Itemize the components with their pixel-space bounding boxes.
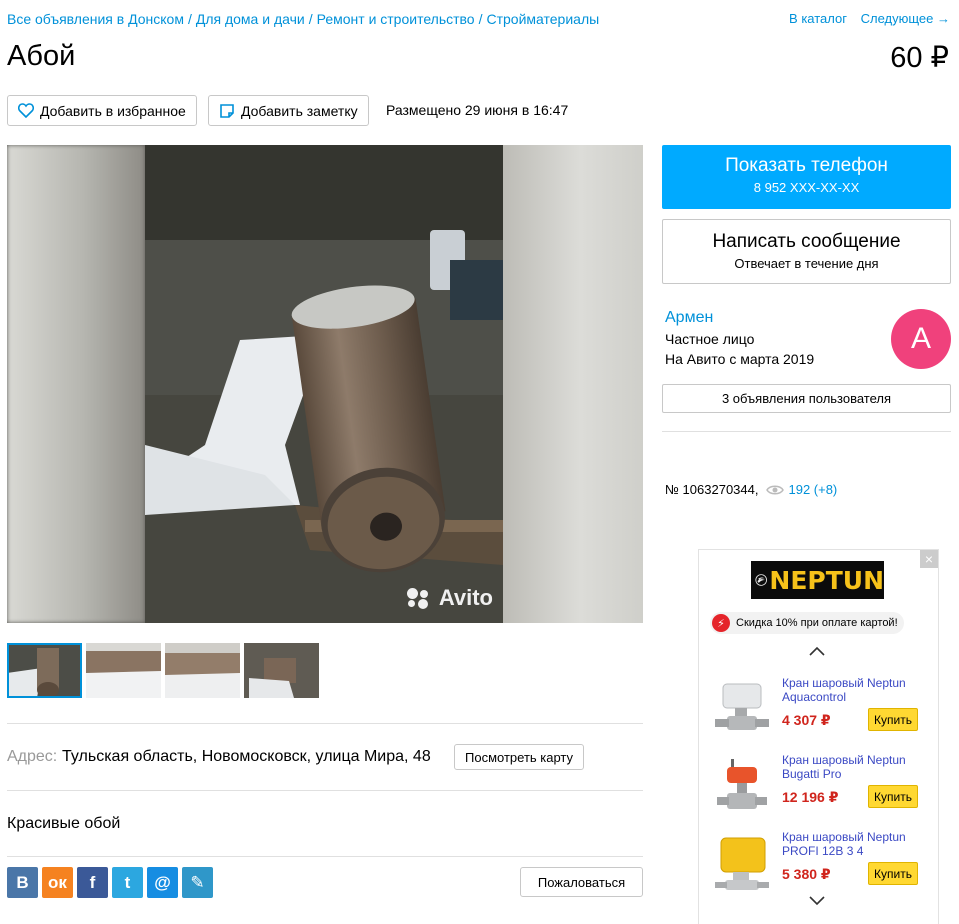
ad-product-name[interactable]: Кран шаровый Neptun PROFI 12В 3 4 (782, 830, 932, 858)
lightning-icon: ⚡ (712, 614, 730, 632)
posted-date: Размещено 29 июня в 16:47 (386, 102, 569, 118)
thumbnail-strip (7, 643, 319, 698)
show-map-label: Посмотреть карту (465, 749, 574, 765)
next-link[interactable]: Следующее → (861, 11, 950, 26)
heart-icon (18, 103, 34, 118)
address-value: Тульская область, Новомосковск, улица Ми… (62, 748, 431, 765)
breadcrumb-separator: / (308, 11, 313, 27)
breadcrumb-link[interactable]: Стройматериалы (487, 11, 600, 27)
thumbnail-image (165, 643, 240, 698)
add-favorite-label: Добавить в избранное (40, 102, 186, 119)
complain-button[interactable]: Пожаловаться (520, 867, 643, 897)
item-stats: № 1063270344, 192 (+8) (665, 482, 837, 497)
neptun-logo: NEPTUN (751, 561, 884, 599)
valve-image (717, 759, 767, 809)
ad-product-name[interactable]: Кран шаровый Neptun Aquacontrol (782, 676, 932, 704)
odnoklassniki-icon[interactable]: ок (42, 867, 73, 898)
thumbnail[interactable] (244, 643, 319, 698)
breadcrumb-separator: / (187, 11, 192, 27)
views-value: 192 (+8) (788, 482, 838, 497)
thumbnail-image (244, 643, 319, 698)
chevron-down-icon[interactable] (807, 895, 827, 907)
add-note-label: Добавить заметку (241, 102, 358, 119)
avito-watermark-text: Avito (438, 585, 493, 610)
show-map-button[interactable]: Посмотреть карту (454, 744, 585, 770)
vk-icon[interactable]: В (7, 867, 38, 898)
breadcrumb-link[interactable]: Для дома и дачи (196, 11, 305, 27)
ad-product-price: 12 196 ₽ (782, 789, 839, 805)
listing-price: 60 ₽ (890, 42, 949, 74)
valve-image (715, 683, 769, 730)
listing-description: Красивые обой (7, 815, 121, 832)
ad-product[interactable]: Кран шаровый Neptun Aquacontrol 4 307 ₽ … (709, 676, 934, 744)
write-message-button[interactable]: Написать сообщение Отвечает в течение дн… (662, 219, 951, 284)
ad-product[interactable]: Кран шаровый Neptun Bugatti Pro 12 196 ₽… (709, 753, 934, 821)
share-buttons: Вок f t @ ✎ (7, 867, 213, 898)
top-navigation: В каталог Следующее → (779, 11, 950, 26)
complain-label: Пожаловаться (537, 874, 626, 890)
divider (7, 856, 643, 857)
mailru-icon[interactable]: @ (147, 867, 178, 898)
chevron-up-icon[interactable] (807, 645, 827, 657)
ad-product-price: 4 307 ₽ (782, 712, 831, 728)
buy-button[interactable]: Купить (868, 785, 918, 808)
ad-promo-text: Скидка 10% при оплате картой! (736, 617, 898, 629)
valve-image (715, 837, 769, 890)
catalog-link[interactable]: В каталог (789, 11, 847, 26)
show-phone-label: Показать телефон (725, 155, 888, 176)
livejournal-icon[interactable]: ✎ (182, 867, 213, 898)
avatar[interactable]: А (891, 309, 951, 369)
breadcrumb-link[interactable]: Ремонт и строительство (317, 11, 475, 27)
views-count: 192 (+8) (766, 482, 837, 497)
avito-logo-icon (406, 586, 433, 610)
facebook-icon[interactable]: f (77, 867, 108, 898)
photo-gallery[interactable]: Avito (7, 145, 643, 623)
thumbnail[interactable] (86, 643, 161, 698)
buy-button[interactable]: Купить (868, 708, 918, 731)
add-note-button[interactable]: Добавить заметку (208, 95, 369, 126)
reply-time: Отвечает в течение дня (734, 256, 879, 271)
seller-type: Частное лицо (665, 331, 755, 347)
ad-product[interactable]: Кран шаровый Neptun PROFI 12В 3 4 5 380 … (709, 830, 934, 898)
breadcrumb-link[interactable]: Все объявления в Донском (7, 11, 184, 27)
write-message-label: Написать сообщение (712, 231, 901, 252)
eye-icon (766, 485, 785, 494)
photo-blur-left (7, 145, 145, 623)
divider (662, 431, 951, 432)
buy-button[interactable]: Купить (868, 862, 918, 885)
thumbnail[interactable] (165, 643, 240, 698)
add-favorite-button[interactable]: Добавить в избранное (7, 95, 197, 126)
main-photo (145, 145, 503, 623)
address-label: Адрес: (7, 748, 58, 765)
breadcrumb-separator: / (478, 11, 483, 27)
ad-brand: NEPTUN (769, 565, 884, 595)
seller-ads-button[interactable]: 3 объявления пользователя (662, 384, 951, 413)
twitter-icon[interactable]: t (112, 867, 143, 898)
thumbnail-image (86, 643, 161, 698)
note-icon (220, 103, 234, 118)
photo-blur-right (503, 145, 643, 623)
ad-promo: ⚡ Скидка 10% при оплате картой! (710, 612, 904, 634)
ad-product-name[interactable]: Кран шаровый Neptun Bugatti Pro (782, 753, 932, 781)
seller-since: На Авито с марта 2019 (665, 351, 815, 367)
thumbnail[interactable] (7, 643, 82, 698)
avito-watermark: Avito (406, 585, 493, 611)
listing-title: Абой (7, 40, 76, 72)
show-phone-button[interactable]: Показать телефон 8 952 XXX-XX-XX (662, 145, 951, 209)
seller-name[interactable]: Армен (665, 309, 713, 327)
neptun-logo-icon (755, 574, 767, 586)
divider (7, 790, 643, 791)
divider (7, 723, 643, 724)
item-number: № 1063270344, (665, 482, 759, 497)
breadcrumb: Все объявления в Донском / Для дома и дачи… (7, 11, 599, 27)
thumbnail-image (7, 643, 82, 698)
advertisement-banner[interactable]: × NEPTUN ⚡ Скидка 10% при оплате картой!… (698, 549, 939, 924)
phone-masked: 8 952 XXX-XX-XX (753, 180, 860, 195)
ad-close-button[interactable]: × (920, 550, 938, 568)
ad-product-price: 5 380 ₽ (782, 866, 831, 882)
